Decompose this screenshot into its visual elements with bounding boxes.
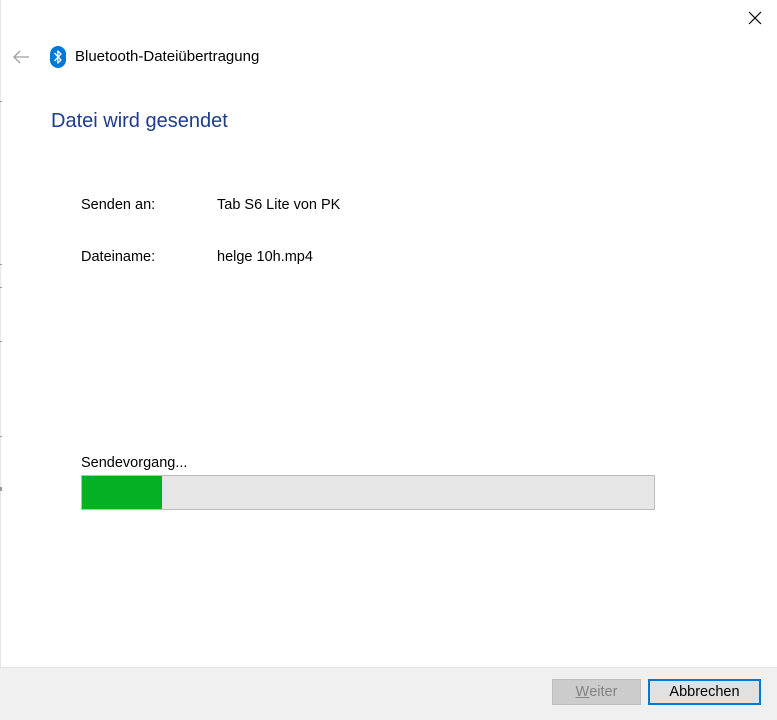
bluetooth-transfer-window: Bluetooth-Dateiübertragung Datei wird ge…: [0, 0, 777, 720]
edge-mark: [0, 487, 2, 491]
filename-label: Dateiname:: [81, 249, 156, 265]
close-button[interactable]: [733, 0, 777, 36]
close-icon: [748, 11, 762, 25]
filename-value: helge 10h.mp4: [217, 249, 313, 265]
progress-fill: [82, 476, 163, 509]
send-to-value: Tab S6 Lite von PK: [217, 197, 341, 213]
window-left-edge: [0, 0, 1, 719]
window-title: Bluetooth-Dateiübertragung: [75, 48, 260, 65]
next-button-label: eiter: [589, 684, 618, 700]
edge-mark: [0, 341, 2, 342]
edge-mark: [0, 101, 2, 102]
page-heading: Datei wird gesendet: [51, 110, 228, 132]
next-button[interactable]: Weiter: [552, 679, 641, 705]
back-button[interactable]: [8, 44, 34, 70]
back-arrow-icon: [13, 50, 29, 64]
cancel-button[interactable]: Abbrechen: [648, 679, 761, 705]
next-button-mnemonic: W: [575, 684, 590, 700]
bluetooth-icon: [50, 46, 66, 68]
progress-bar: [81, 475, 655, 510]
edge-mark: [0, 436, 2, 437]
send-to-label: Senden an:: [81, 197, 156, 213]
edge-mark: [0, 287, 2, 288]
progress-label: Sendevorgang...: [81, 455, 188, 471]
edge-mark: [0, 264, 2, 265]
